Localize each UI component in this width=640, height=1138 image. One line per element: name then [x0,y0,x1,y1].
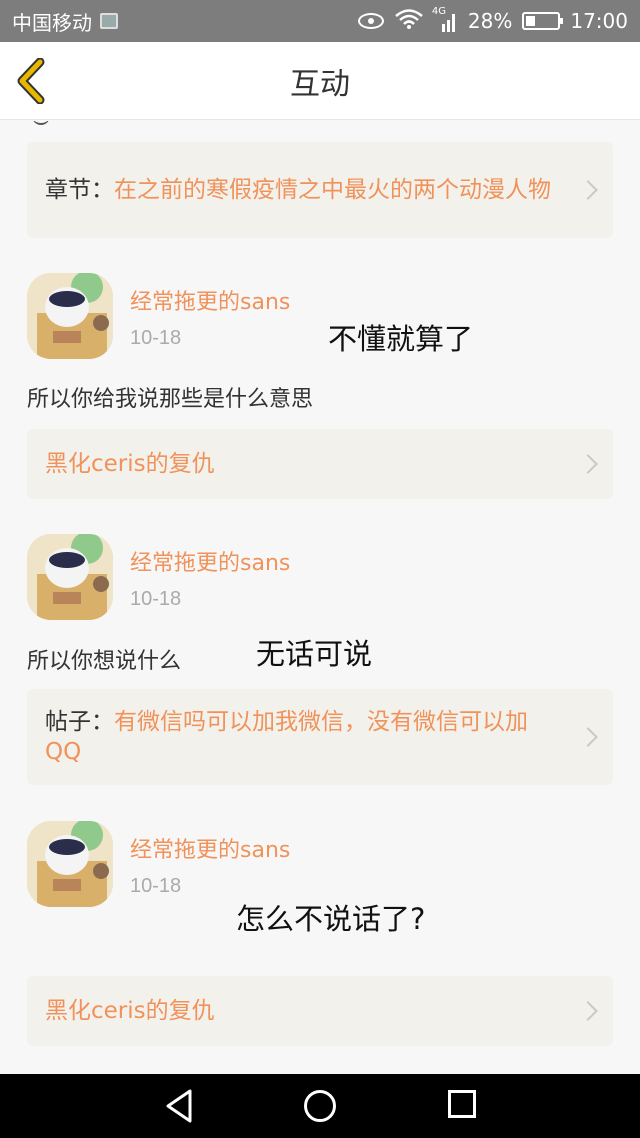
network-type-label: 4G [431,6,447,17]
ref-title: 黑化ceris的复仇 [45,998,215,1024]
ref-title: 有微信吗可以加我微信，没有微信可以加QQ [45,709,528,765]
chevron-right-icon [578,454,598,474]
sim-notification-icon [100,13,118,29]
back-button[interactable] [14,57,54,105]
handwritten-annotation: 怎么不说话了? [236,902,426,936]
ref-prefix: 帖子： [45,709,114,735]
post-ref-card[interactable]: 帖子：有微信吗可以加我微信，没有微信可以加QQ [27,689,613,785]
status-bar: 中国移动 4G 28% 17:00 [0,0,640,42]
comment-text: 所以你给我说那些是什么意思 [27,387,314,412]
carrier-label: 中国移动 [12,10,92,35]
back-arrow-icon [17,57,45,105]
nav-recent-apps-icon[interactable] [448,1090,476,1118]
header-bar: 互动 [0,42,640,120]
avatar[interactable] [27,821,113,907]
wifi-icon [394,8,424,35]
handwritten-annotation: 不懂就算了 [328,322,474,356]
page-title: 互动 [290,67,350,101]
username[interactable]: 经常拖更的sans [130,284,290,316]
chevron-right-icon [578,180,598,200]
nav-home-icon[interactable] [304,1090,336,1122]
cellular-signal-icon: 4G [432,6,458,32]
interaction-list[interactable]: 章节：在之前的寒假疫情之中最火的两个动漫人物 经常拖更的sans 10-18 不… [0,121,640,1073]
avatar[interactable] [27,273,113,359]
system-navigation-bar [0,1074,640,1138]
ref-prefix: 章节： [45,177,114,203]
battery-icon [522,12,564,30]
avatar[interactable] [27,534,113,620]
handwritten-annotation: 无话可说 [256,637,373,671]
partial-item-edge [32,121,50,125]
chevron-right-icon [578,727,598,747]
username[interactable]: 经常拖更的sans [130,832,290,864]
nav-back-icon[interactable] [164,1088,196,1124]
chapter-ref-card[interactable]: 章节：在之前的寒假疫情之中最火的两个动漫人物 [27,142,613,238]
post-date: 10-18 [130,327,182,349]
post-date: 10-18 [130,588,182,610]
story-ref-card[interactable]: 黑化ceris的复仇 [27,976,613,1046]
battery-percent: 28% [467,9,513,33]
story-ref-card[interactable]: 黑化ceris的复仇 [27,429,613,499]
ref-title: 在之前的寒假疫情之中最火的两个动漫人物 [114,177,551,203]
chevron-right-icon [578,1001,598,1021]
comment-text: 所以你想说什么 [27,649,182,674]
clock: 17:00 [570,9,628,33]
username[interactable]: 经常拖更的sans [130,545,290,577]
ref-title: 黑化ceris的复仇 [45,451,215,477]
post-date: 10-18 [130,875,182,897]
eye-comfort-icon [357,13,384,29]
